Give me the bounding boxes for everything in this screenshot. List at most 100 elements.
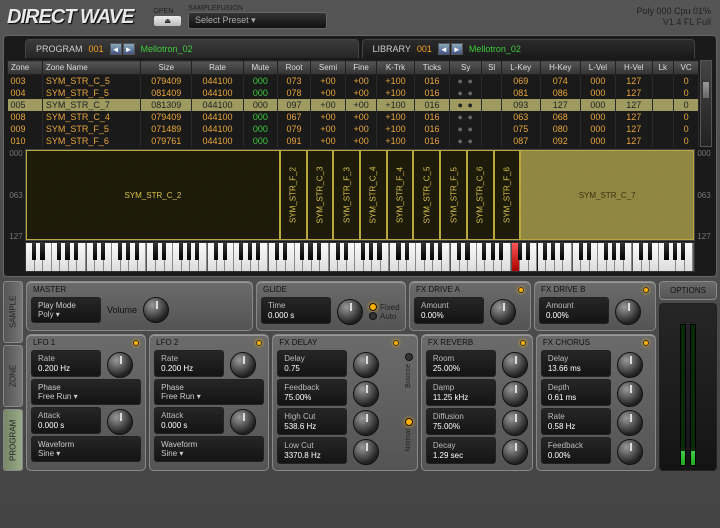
map-region[interactable]: SYM_STR_F_3 xyxy=(333,150,360,240)
fxc-rate-knob[interactable] xyxy=(617,410,643,436)
fxchorus-led-icon[interactable] xyxy=(643,340,649,346)
col-mute[interactable]: Mute xyxy=(243,61,277,75)
map-region[interactable]: SYM_STR_C_5 xyxy=(413,150,440,240)
fxb-amount-knob[interactable] xyxy=(615,299,641,325)
col-l-vel[interactable]: L-Vel xyxy=(580,61,615,75)
fxr-diff-field[interactable]: Diffusion75.00% xyxy=(426,408,496,435)
col-h-key[interactable]: H-Key xyxy=(540,61,580,75)
tab-program[interactable]: PROGRAM 001 ◄► Mellotron_02 xyxy=(25,39,359,58)
fxdelay-hc-knob[interactable] xyxy=(353,410,379,436)
lfo2-attack-field[interactable]: Attack0.000 s xyxy=(154,407,224,434)
fxr-damp-field[interactable]: Damp11.25 kHz xyxy=(426,379,496,406)
fxr-room-knob[interactable] xyxy=(502,352,528,378)
lfo1-waveform-select[interactable]: WaveformSine ▾ xyxy=(31,436,141,462)
fxdelay-delay-field[interactable]: Delay0.75 xyxy=(277,350,347,377)
lfo2-attack-knob[interactable] xyxy=(230,409,256,435)
col-sy[interactable]: Sy xyxy=(450,61,482,75)
fxc-rate-field[interactable]: Rate0.58 Hz xyxy=(541,408,611,435)
map-region[interactable]: SYM_STR_C_6 xyxy=(467,150,494,240)
sidetab-program[interactable]: PROGRAM xyxy=(3,409,23,471)
fxc-fb-knob[interactable] xyxy=(617,439,643,465)
fxa-amount-field[interactable]: Amount0.00% xyxy=(414,297,484,324)
fxa-led-icon[interactable] xyxy=(518,287,524,293)
open-button[interactable]: ⏏ xyxy=(153,15,182,27)
fxdelay-delay-knob[interactable] xyxy=(353,352,379,378)
lfo1-attack-field[interactable]: Attack0.000 s xyxy=(31,407,101,434)
table-row[interactable]: 003SYM_STR_C_5079409044100000073+00+00+1… xyxy=(8,75,699,88)
normal-radio[interactable]: Normal xyxy=(405,418,413,452)
fxr-decay-knob[interactable] xyxy=(502,439,528,465)
table-row[interactable]: 010SYM_STR_F_6079761044100000091+00+00+1… xyxy=(8,135,699,147)
fxc-fb-field[interactable]: Feedback0.00% xyxy=(541,437,611,464)
col-lk[interactable]: Lk xyxy=(652,61,673,75)
col-h-vel[interactable]: H-Vel xyxy=(615,61,652,75)
lib-prev-button[interactable]: ◄ xyxy=(438,43,450,55)
fxb-led-icon[interactable] xyxy=(643,287,649,293)
col-zone-name[interactable]: Zone Name xyxy=(42,61,140,75)
lfo1-attack-knob[interactable] xyxy=(107,409,133,435)
volume-knob[interactable] xyxy=(143,297,169,323)
zone-table[interactable]: ZoneZone NameSizeRateMuteRootSemiFineK-T… xyxy=(7,60,699,147)
col-vc[interactable]: VC xyxy=(673,61,698,75)
table-row[interactable]: 004SYM_STR_F_5081409044100000078+00+00+1… xyxy=(8,87,699,99)
sidetab-zone[interactable]: ZONE xyxy=(3,345,23,407)
lfo2-rate-field[interactable]: Rate0.200 Hz xyxy=(154,350,224,377)
fxc-depth-knob[interactable] xyxy=(617,381,643,407)
map-region[interactable]: SYM_STR_C_2 xyxy=(26,150,280,240)
fxr-diff-knob[interactable] xyxy=(502,410,528,436)
fxdelay-hc-field[interactable]: High Cut538.6 Hz xyxy=(277,408,347,435)
table-row[interactable]: 008SYM_STR_C_4079409044100000067+00+00+1… xyxy=(8,111,699,123)
fxdelay-fb-knob[interactable] xyxy=(353,381,379,407)
bounce-radio[interactable]: Bounce xyxy=(405,353,413,388)
lib-next-button[interactable]: ► xyxy=(451,43,463,55)
map-region[interactable]: SYM_STR_C_7 xyxy=(520,150,694,240)
table-scrollbar[interactable] xyxy=(700,60,712,147)
fxa-amount-knob[interactable] xyxy=(490,299,516,325)
fxr-damp-knob[interactable] xyxy=(502,381,528,407)
fxc-depth-field[interactable]: Depth0.61 ms xyxy=(541,379,611,406)
fxr-room-field[interactable]: Room25.00% xyxy=(426,350,496,377)
fxdelay-led-icon[interactable] xyxy=(393,340,399,346)
fxb-amount-field[interactable]: Amount0.00% xyxy=(539,297,609,324)
lfo1-led-icon[interactable] xyxy=(133,340,139,346)
fxdelay-fb-field[interactable]: Feedback75.00% xyxy=(277,379,347,406)
fxc-delay-knob[interactable] xyxy=(617,352,643,378)
fxdelay-lc-knob[interactable] xyxy=(353,439,379,465)
lfo2-rate-knob[interactable] xyxy=(230,352,256,378)
col-root[interactable]: Root xyxy=(277,61,310,75)
glide-time-field[interactable]: Time0.000 s xyxy=(261,297,331,324)
lfo2-waveform-select[interactable]: WaveformSine ▾ xyxy=(154,436,264,462)
tab-library[interactable]: LIBRARY 001 ◄► Mellotron_02 xyxy=(362,39,696,58)
fxr-decay-field[interactable]: Decay1.29 sec xyxy=(426,437,496,464)
fxdelay-lc-field[interactable]: Low Cut3370.8 Hz xyxy=(277,437,347,464)
lfo2-led-icon[interactable] xyxy=(256,340,262,346)
map-region[interactable]: SYM_STR_F_4 xyxy=(387,150,414,240)
col-zone[interactable]: Zone xyxy=(8,61,43,75)
col-k-trk[interactable]: K-Trk xyxy=(377,61,415,75)
prog-next-button[interactable]: ► xyxy=(123,43,135,55)
preset-select[interactable]: Select Preset ▾ xyxy=(188,12,327,29)
col-fine[interactable]: Fine xyxy=(345,61,376,75)
lfo1-rate-field[interactable]: Rate0.200 Hz xyxy=(31,350,101,377)
glide-time-knob[interactable] xyxy=(337,299,363,325)
table-row[interactable]: 005SYM_STR_C_7081309044100000097+00+00+1… xyxy=(8,99,699,111)
col-l-key[interactable]: L-Key xyxy=(501,61,540,75)
lfo1-rate-knob[interactable] xyxy=(107,352,133,378)
col-size[interactable]: Size xyxy=(141,61,192,75)
prog-prev-button[interactable]: ◄ xyxy=(110,43,122,55)
col-sl[interactable]: Sl xyxy=(482,61,502,75)
map-region[interactable]: SYM_STR_F_2 xyxy=(280,150,307,240)
virtual-keyboard[interactable] xyxy=(25,242,695,272)
lfo1-phase-select[interactable]: PhaseFree Run ▾ xyxy=(31,379,141,405)
lfo2-phase-select[interactable]: PhaseFree Run ▾ xyxy=(154,379,264,405)
zone-map[interactable]: SYM_STR_C_2SYM_STR_F_2SYM_STR_C_3SYM_STR… xyxy=(25,149,695,241)
fxc-delay-field[interactable]: Delay13.66 ms xyxy=(541,350,611,377)
map-region[interactable]: SYM_STR_F_6 xyxy=(494,150,521,240)
col-rate[interactable]: Rate xyxy=(192,61,243,75)
glide-fixed-radio[interactable]: Fixed xyxy=(369,303,400,312)
map-region[interactable]: SYM_STR_C_3 xyxy=(307,150,334,240)
sidetab-sample[interactable]: SAMPLE xyxy=(3,281,23,343)
map-region[interactable]: SYM_STR_F_5 xyxy=(440,150,467,240)
col-ticks[interactable]: Ticks xyxy=(414,61,449,75)
fxreverb-led-icon[interactable] xyxy=(520,340,526,346)
